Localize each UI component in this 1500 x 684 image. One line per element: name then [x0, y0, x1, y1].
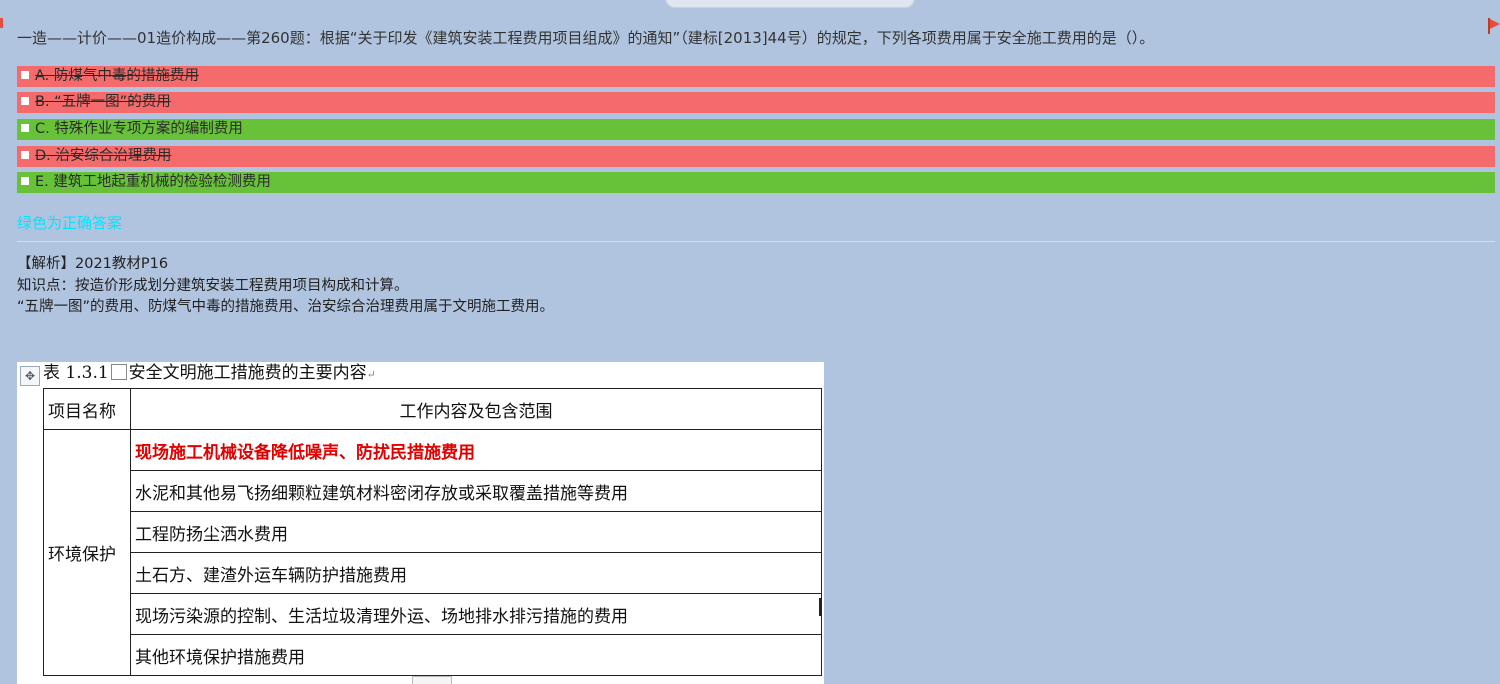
cell-edge-mark — [819, 598, 821, 616]
option-label: B. “五牌一图”的费用 — [35, 94, 171, 110]
analysis-explanation: “五牌一图”的费用、防煤气中毒的措施费用、治安综合治理费用属于文明施工费用。 — [17, 299, 555, 315]
table-row: 其他环境保护措施费用 — [44, 634, 822, 676]
scroll-stub[interactable] — [412, 676, 452, 684]
table-row: 水泥和其他易飞扬细颗粒建筑材料密闭存放或采取覆盖措施等费用 — [44, 470, 822, 512]
option-label: A. 防煤气中毒的措施费用 — [35, 68, 199, 84]
table-row: 工程防扬尘洒水费用 — [44, 511, 822, 553]
option-d[interactable]: D. 治安综合治理费用 — [17, 146, 1495, 167]
table-cell: 现场污染源的控制、生活垃圾清理外运、场地排水排污措施的费用 — [130, 593, 822, 635]
table-cell: 其他环境保护措施费用 — [130, 634, 822, 676]
analysis-section: 【解析】2021教材P16 知识点：按造价形成划分建筑安装工程费用项目构成和计算… — [17, 254, 554, 319]
caption-title: 安全文明施工措施费的主要内容 — [128, 363, 367, 383]
table-image: ✥ 表 1.3.1 安全文明施工措施费的主要内容↵ 项目名称 工作内容及包含范围 … — [17, 362, 824, 684]
table-cell: 现场施工机械设备降低噪声、防扰民措施费用 — [130, 429, 822, 471]
option-checkbox[interactable] — [21, 71, 29, 79]
table-cell: 土石方、建渣外运车辆防护措施费用 — [130, 552, 822, 594]
analysis-knowledge-point: 知识点：按造价形成划分建筑安装工程费用项目构成和计算。 — [17, 277, 409, 294]
table-row: 环境保护 现场施工机械设备降低噪声、防扰民措施费用 — [43, 429, 822, 676]
top-tab[interactable] — [665, 0, 915, 8]
option-checkbox[interactable] — [21, 177, 29, 185]
header-work-content: 工作内容及包含范围 — [130, 388, 822, 430]
option-checkbox[interactable] — [21, 124, 29, 132]
option-label: C. 特殊作业专项方案的编制费用 — [35, 121, 243, 137]
table-header-row: 项目名称 工作内容及包含范围 — [43, 388, 822, 430]
option-checkbox[interactable] — [21, 97, 29, 105]
correct-answer-note: 绿色为正确答案 — [17, 214, 123, 232]
header-project-name: 项目名称 — [43, 388, 131, 430]
move-handle-icon[interactable]: ✥ — [20, 366, 40, 386]
analysis-title: 【解析】2021教材P16 — [17, 256, 169, 272]
option-checkbox[interactable] — [21, 151, 29, 159]
option-e[interactable]: E. 建筑工地起重机械的检验检测费用 — [17, 172, 1495, 193]
table-caption: 表 1.3.1 安全文明施工措施费的主要内容↵ — [43, 363, 376, 383]
divider — [17, 241, 1495, 242]
table-row: 现场污染源的控制、生活垃圾清理外运、场地排水排污措施的费用 — [44, 593, 822, 635]
option-label: D. 治安综合治理费用 — [35, 148, 172, 164]
spec-table: 项目名称 工作内容及包含范围 环境保护 现场施工机械设备降低噪声、防扰民措施费用… — [43, 388, 822, 676]
option-label: E. 建筑工地起重机械的检验检测费用 — [35, 174, 271, 190]
option-a[interactable]: A. 防煤气中毒的措施费用 — [17, 66, 1495, 87]
flag-left-icon — [0, 18, 3, 28]
table-cell: 工程防扬尘洒水费用 — [130, 511, 822, 553]
table-row: 土石方、建渣外运车辆防护措施费用 — [44, 552, 822, 594]
caption-box — [110, 364, 127, 380]
table-cell: 水泥和其他易飞扬细颗粒建筑材料密闭存放或采取覆盖措施等费用 — [130, 470, 822, 512]
flag-icon[interactable] — [1488, 18, 1500, 34]
option-c[interactable]: C. 特殊作业专项方案的编制费用 — [17, 119, 1495, 140]
category-cell: 环境保护 — [43, 429, 131, 676]
option-b[interactable]: B. “五牌一图”的费用 — [17, 92, 1495, 113]
question-text: 一造——计价——01造价构成——第260题：根据“关于印发《建筑安装工程费用项目… — [17, 29, 1155, 47]
caption-number: 表 1.3.1 — [43, 363, 109, 383]
